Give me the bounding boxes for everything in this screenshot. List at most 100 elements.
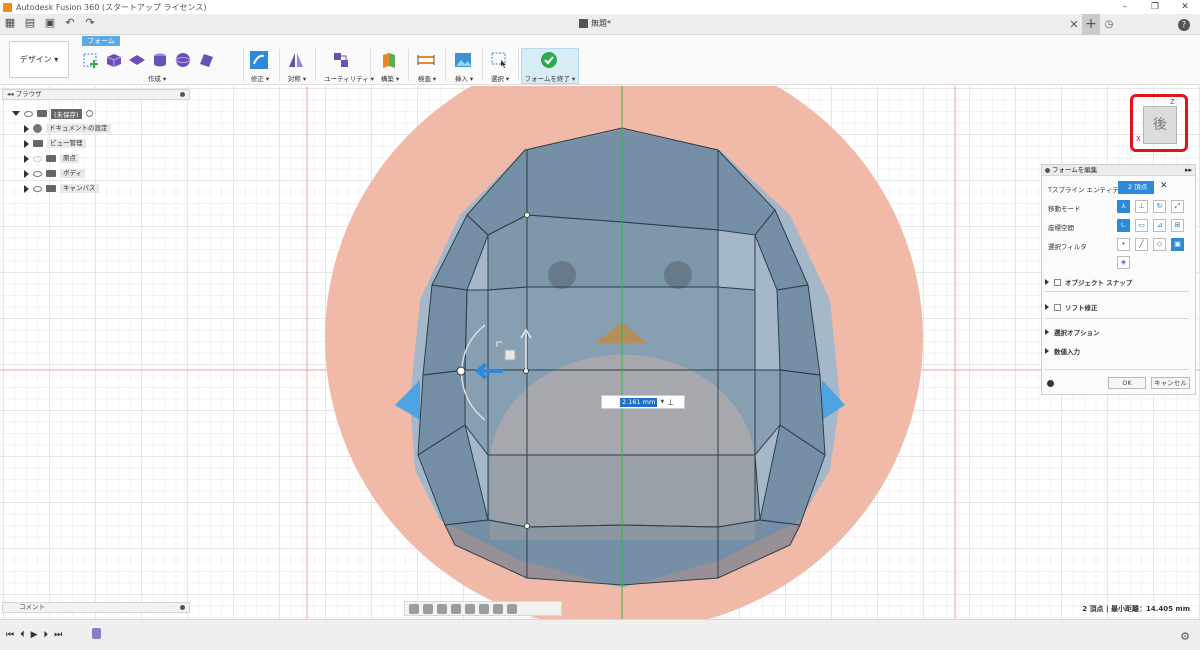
numerical-input-section[interactable]: 数値入力 xyxy=(1045,346,1080,356)
inspect-group-label[interactable]: 検査 ▾ xyxy=(417,73,437,83)
help-icon[interactable]: ? xyxy=(1178,18,1190,31)
create-group-label[interactable]: 作成 ▾ xyxy=(82,73,232,83)
data-panel-grid-icon[interactable]: ▦ xyxy=(4,17,16,29)
close-icon[interactable]: ✕ xyxy=(1170,0,1200,14)
object-snap-section[interactable]: オブジェクト スナップ xyxy=(1045,277,1132,287)
close-tab-icon[interactable]: ✕ xyxy=(1066,18,1082,31)
model-scene[interactable] xyxy=(0,86,1200,619)
direction-toggle-icon[interactable]: ⊥ xyxy=(667,398,674,407)
browser-row-named-views[interactable]: ビュー管理 xyxy=(12,136,111,151)
timeline-settings-gear-icon[interactable]: ⚙ xyxy=(1180,630,1190,643)
redo-icon[interactable]: ↷ xyxy=(84,17,96,29)
view-space-icon[interactable]: ▭ xyxy=(1135,219,1148,232)
activate-radio-icon[interactable] xyxy=(85,110,93,117)
browser-row-bodies[interactable]: ボディ xyxy=(12,166,111,181)
symmetry-icon[interactable] xyxy=(287,51,305,69)
all-filter-icon[interactable]: ▣ xyxy=(1171,238,1184,251)
go-to-end-icon[interactable]: ⏭ xyxy=(54,630,62,640)
edit-form-header[interactable]: フォームを編集 ▸▸ xyxy=(1042,165,1195,176)
visibility-eye-icon[interactable] xyxy=(33,185,42,192)
selected-vertex[interactable] xyxy=(524,523,530,529)
undo-icon[interactable]: ↶ xyxy=(64,17,76,29)
rotate-icon[interactable]: ↻ xyxy=(1153,200,1166,213)
expand-icon[interactable] xyxy=(24,154,29,163)
tab-form[interactable]: フォーム xyxy=(82,36,120,46)
vertex-filter-icon[interactable]: • xyxy=(1117,238,1130,251)
step-back-icon[interactable]: ⏴ xyxy=(20,630,25,640)
modify-group[interactable]: 修正 ▾ xyxy=(250,49,270,83)
clear-selection-icon[interactable]: ✕ xyxy=(1160,181,1168,191)
insert-group-label[interactable]: 挿入 ▾ xyxy=(454,73,474,83)
create-group[interactable]: 作成 ▾ xyxy=(82,49,232,83)
dropdown-arrow-icon[interactable]: ▼ xyxy=(660,399,664,405)
distance-value[interactable]: 2.161 mm xyxy=(620,397,658,407)
comment-panel-header[interactable]: コメント xyxy=(2,602,190,613)
expand-icon[interactable] xyxy=(24,169,29,178)
collapse-browser-icon[interactable]: ◂◂ xyxy=(7,90,16,98)
edge-filter-icon[interactable]: ╱ xyxy=(1135,238,1148,251)
distance-input[interactable]: 2.161 mm ▼ ⊥ xyxy=(601,395,685,409)
select-group[interactable]: 選択 ▾ xyxy=(490,49,510,83)
new-tab-button[interactable]: + xyxy=(1082,14,1100,35)
symmetry-group-label[interactable]: 対称 ▾ xyxy=(287,73,307,83)
world-space-icon[interactable]: ∟ xyxy=(1117,219,1130,232)
expand-icon[interactable] xyxy=(12,111,20,116)
scale-icon[interactable]: ⤢ xyxy=(1171,200,1184,213)
expand-panel-icon[interactable]: ▸▸ xyxy=(1185,165,1192,176)
symmetry-group[interactable]: 対称 ▾ xyxy=(287,49,307,83)
construct-group[interactable]: 構築 ▾ xyxy=(380,49,400,83)
soft-modification-section[interactable]: ソフト修正 xyxy=(1045,302,1098,312)
selection-options-section[interactable]: 選択オプション xyxy=(1045,327,1100,337)
rotate-handle[interactable] xyxy=(456,366,466,376)
face-filter-icon[interactable]: ◇ xyxy=(1153,238,1166,251)
face-icon[interactable] xyxy=(197,51,215,69)
pan-icon[interactable] xyxy=(437,603,447,614)
browser-row-root[interactable]: (未保存) xyxy=(12,106,111,121)
utility-group-label[interactable]: ユーティリティ ▾ xyxy=(324,73,374,83)
construct-plane-icon[interactable] xyxy=(380,51,398,69)
zoom-icon[interactable] xyxy=(451,603,461,614)
cylinder-icon[interactable] xyxy=(151,51,169,69)
inspect-group[interactable]: 検査 ▾ xyxy=(417,49,437,83)
play-icon[interactable]: ▶ xyxy=(31,630,38,640)
finish-form-label[interactable]: フォームを終了 ▾ xyxy=(521,73,579,83)
pin-icon[interactable] xyxy=(180,92,185,97)
tspline-entity-selection[interactable]: 2 頂点 xyxy=(1118,181,1154,194)
plane-icon[interactable] xyxy=(128,51,146,69)
per-face-icon[interactable]: ⊞ xyxy=(1171,219,1184,232)
minimize-icon[interactable]: – xyxy=(1110,0,1140,14)
construct-group-label[interactable]: 構築 ▾ xyxy=(380,73,400,83)
modify-group-label[interactable]: 修正 ▾ xyxy=(250,73,270,83)
document-tab[interactable]: 無題* xyxy=(579,18,611,29)
browser-panel-header[interactable]: ◂◂ ブラウザ xyxy=(2,89,190,100)
selected-vertex[interactable] xyxy=(524,212,530,218)
visibility-eye-icon[interactable] xyxy=(24,110,33,117)
look-at-icon[interactable] xyxy=(423,603,433,614)
restore-icon[interactable]: ❐ xyxy=(1140,0,1170,14)
workspace-switcher-button[interactable]: デザイン ▾ xyxy=(9,41,69,78)
viewcube[interactable]: 後 xyxy=(1143,106,1177,144)
ok-button[interactable]: OK xyxy=(1108,377,1146,389)
multi-transform-icon[interactable]: ⅄ xyxy=(1117,200,1130,213)
canvas-viewport[interactable] xyxy=(0,86,1200,619)
file-menu-icon[interactable]: ▤ xyxy=(24,17,36,29)
plane-handle[interactable] xyxy=(504,349,516,361)
browser-row-canvases[interactable]: キャンバス xyxy=(12,181,111,196)
select-group-label[interactable]: 選択 ▾ xyxy=(490,73,510,83)
expand-icon[interactable] xyxy=(24,139,29,148)
create-sketch-box-icon[interactable] xyxy=(82,51,100,69)
sphere-icon[interactable] xyxy=(174,51,192,69)
go-to-start-icon[interactable]: ⏮ xyxy=(6,630,14,640)
expand-icon[interactable] xyxy=(24,124,29,133)
body-filter-icon[interactable]: ◈ xyxy=(1117,256,1130,269)
browser-row-doc-settings[interactable]: ドキュメントの設定 xyxy=(12,121,111,136)
cancel-button[interactable]: キャンセル xyxy=(1151,377,1190,389)
finish-form-group[interactable]: フォームを終了 ▾ xyxy=(521,49,579,83)
expand-icon[interactable] xyxy=(24,184,29,193)
job-status-icon[interactable]: ◷ xyxy=(1100,19,1118,30)
measure-icon[interactable] xyxy=(417,51,435,69)
timeline-form-feature-icon[interactable] xyxy=(92,628,101,639)
checkmark-icon[interactable] xyxy=(540,51,558,69)
browser-row-origin[interactable]: 原点 xyxy=(12,151,111,166)
visibility-eye-icon[interactable] xyxy=(33,155,42,162)
